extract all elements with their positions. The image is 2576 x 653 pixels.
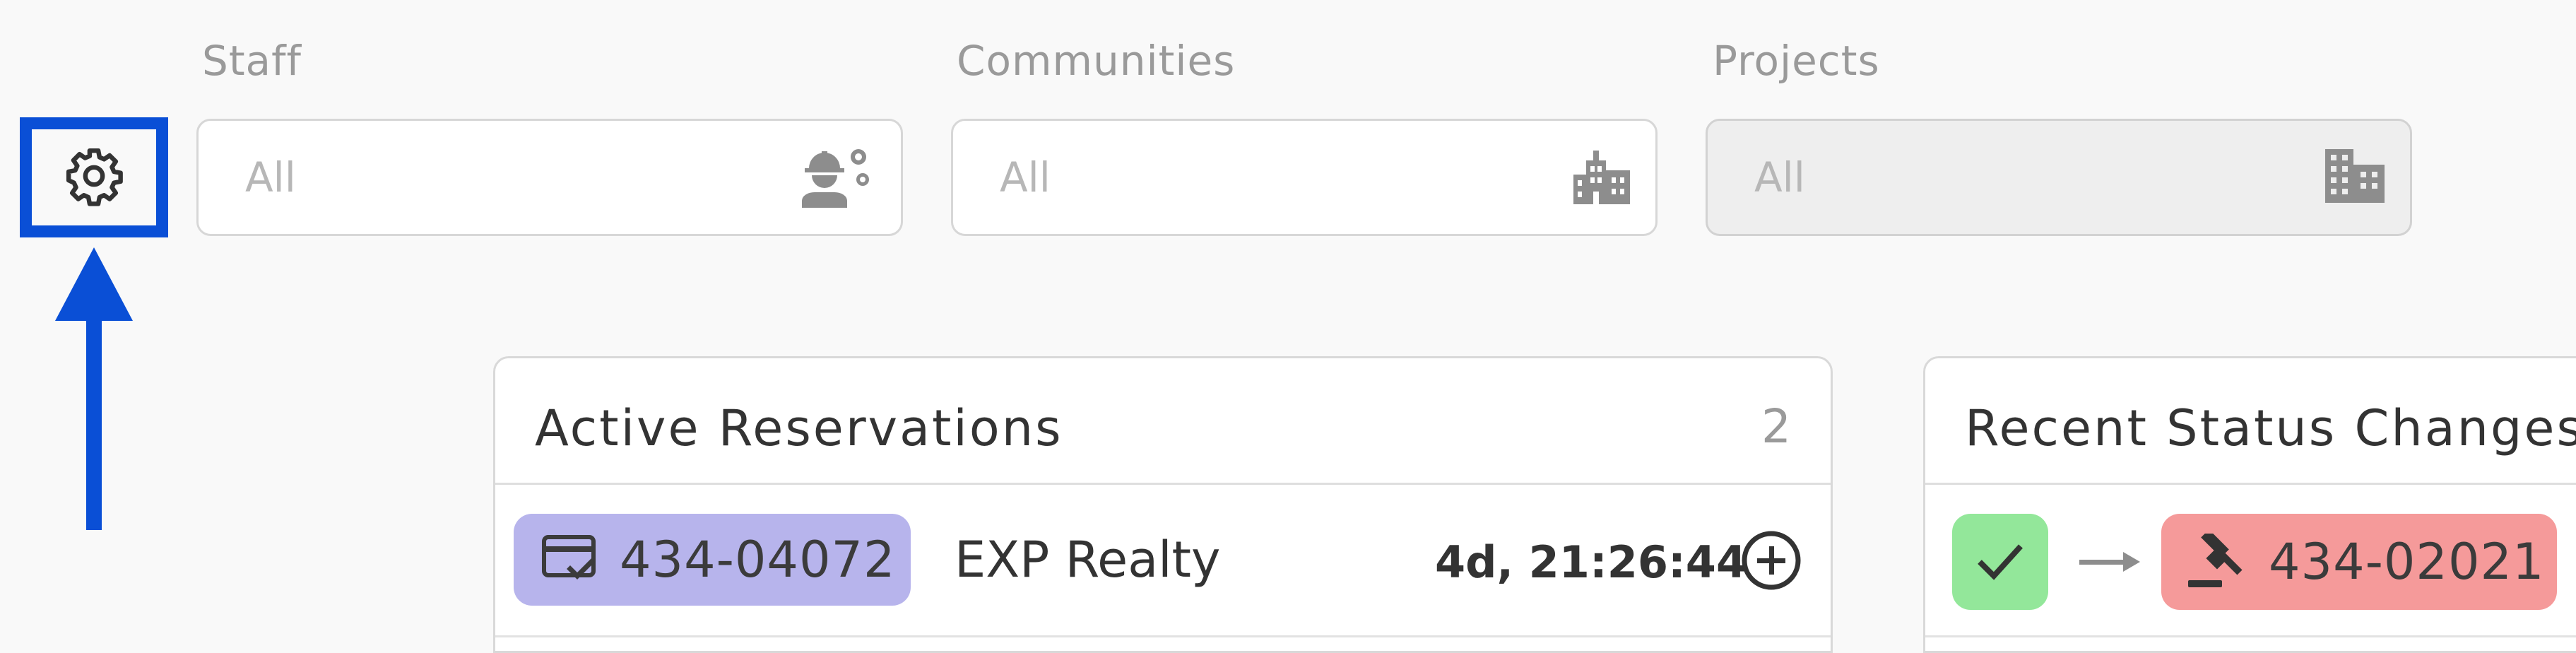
plus-circle-icon[interactable] [1740, 529, 1802, 594]
check-icon [1975, 542, 2025, 582]
card-divider [495, 483, 1831, 485]
staff-select[interactable]: All [196, 119, 903, 236]
to-status-badge[interactable]: 434-02021 [2161, 514, 2557, 610]
reservation-code-badge[interactable]: 434-04072 [514, 514, 911, 606]
building-icon [2325, 149, 2385, 206]
status-change-code: 434-02021 [2269, 533, 2545, 591]
staff-select-placeholder: All [245, 153, 296, 201]
settings-button[interactable] [20, 117, 168, 237]
gavel-icon [2187, 534, 2243, 590]
card-divider [1925, 483, 2576, 485]
active-reservations-card: Active Reservations 2 434-04072 EXP Real… [493, 356, 1833, 653]
projects-select: All [1706, 119, 2412, 236]
active-reservations-title: Active Reservations [535, 399, 1063, 457]
arrow-right-icon [2079, 548, 2140, 579]
staff-label: Staff [202, 37, 302, 85]
worker-gears-icon [798, 144, 875, 211]
from-status-badge[interactable] [1952, 514, 2048, 610]
city-icon [1573, 148, 1630, 207]
row-divider [495, 635, 1831, 637]
reservation-company: EXP Realty [955, 531, 1221, 589]
communities-select[interactable]: All [951, 119, 1658, 236]
pointer-arrow-icon [55, 247, 133, 530]
projects-label: Projects [1713, 37, 1880, 85]
communities-label: Communities [957, 37, 1236, 85]
active-reservations-count: 2 [1761, 399, 1791, 454]
recent-status-changes-card: Recent Status Changes 434-02021 [1923, 356, 2576, 653]
gear-icon [64, 146, 124, 209]
card-check-icon [542, 535, 596, 584]
reservation-code: 434-04072 [620, 531, 896, 589]
reservation-countdown: 4d, 21:26:44 [1435, 536, 1747, 588]
recent-status-changes-title: Recent Status Changes [1965, 399, 2576, 457]
communities-select-placeholder: All [1000, 153, 1051, 201]
projects-select-placeholder: All [1754, 153, 1805, 201]
row-divider [1925, 635, 2576, 637]
